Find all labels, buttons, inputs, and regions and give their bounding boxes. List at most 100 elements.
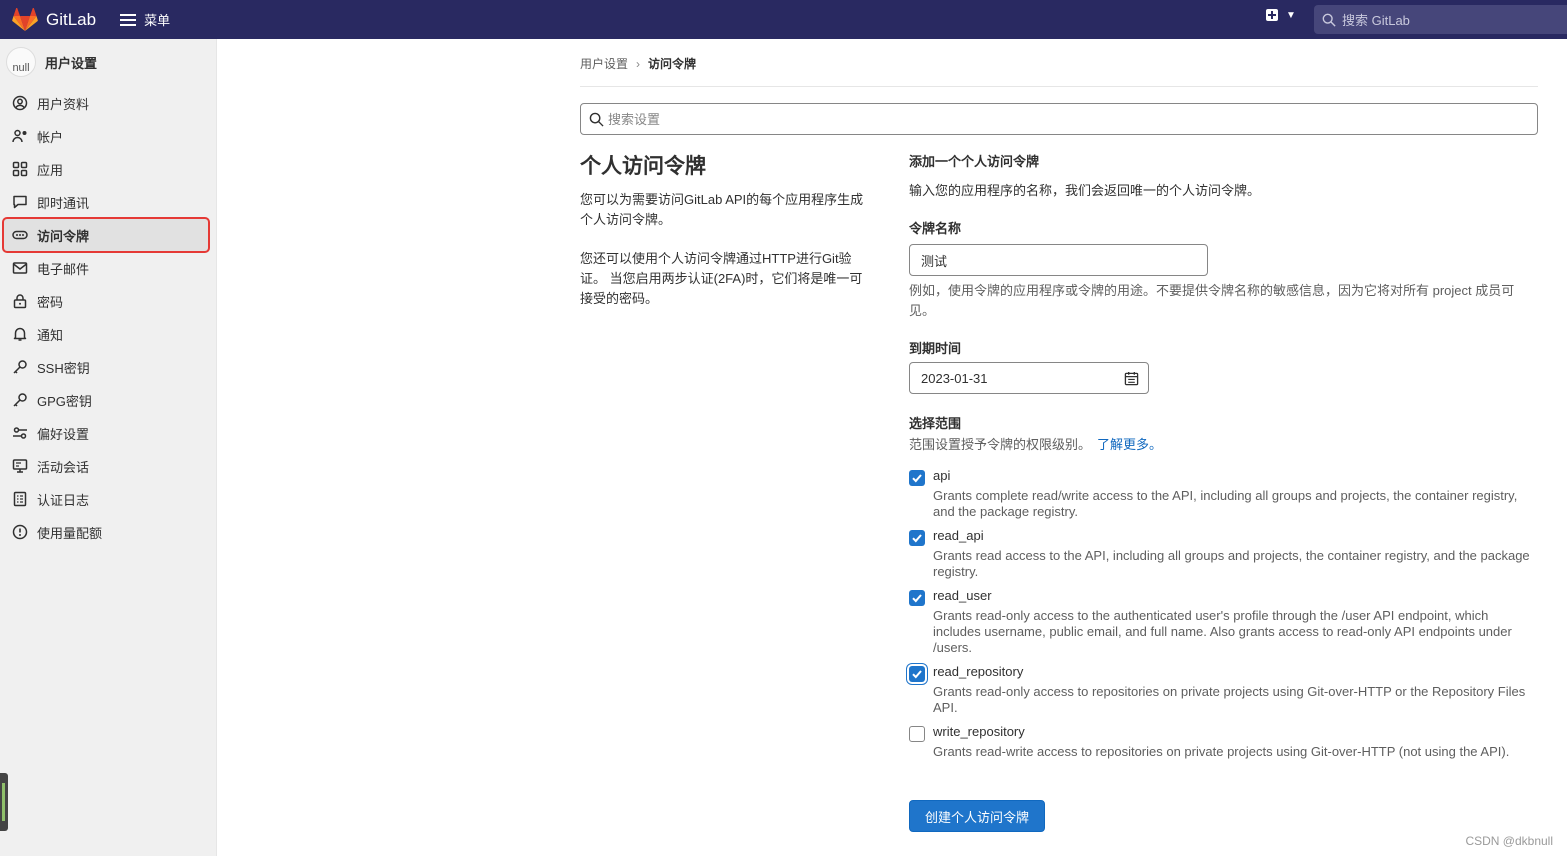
scope-description: Grants complete read/write access to the…: [933, 488, 1518, 519]
profile-icon: [12, 95, 28, 111]
sidebar-item-access-tokens[interactable]: 访问令牌: [2, 217, 210, 253]
check-icon: [912, 534, 922, 543]
sidebar-item-emails[interactable]: 电子邮件: [4, 252, 208, 284]
scope-api-checkbox[interactable]: [909, 470, 925, 486]
sidebar-item-label: 通知: [37, 327, 64, 343]
scope-read-user-checkbox[interactable]: [909, 590, 925, 606]
intro-paragraph-1: 您可以为需要访问GitLab API的每个应用程序生成个人访问令牌。: [580, 192, 864, 227]
global-search-placeholder: 搜索 GitLab: [1342, 13, 1410, 28]
hamburger-icon: [120, 13, 137, 26]
bell-icon: [12, 326, 28, 342]
watermark: CSDN @dkbnull: [1465, 834, 1553, 848]
mail-icon: [12, 260, 28, 276]
intro-paragraph-2: 您还可以使用个人访问令牌通过HTTP进行Git验证。 当您启用两步认证(2FA)…: [580, 251, 863, 306]
sidebar-item-chat[interactable]: 即时通讯: [4, 186, 208, 218]
sidebar-item-profile[interactable]: 用户资料: [4, 87, 208, 119]
sidebar-item-label: GPG密钥: [37, 393, 92, 409]
scope-name: write_repository: [933, 724, 1025, 739]
account-icon: [12, 128, 28, 144]
page-title: 个人访问令牌: [580, 155, 706, 178]
scope-read-api-checkbox[interactable]: [909, 530, 925, 546]
avatar: null: [6, 47, 36, 77]
sidebar-item-ssh-keys[interactable]: SSH密钥: [4, 351, 208, 383]
breadcrumb: 用户设置 › 访问令牌: [580, 55, 696, 72]
monitor-icon: [12, 458, 28, 474]
expiry-date-value: 2023-01-31: [921, 370, 988, 386]
chevron-down-icon: ▼: [1286, 9, 1296, 21]
form-heading: 添加一个个人访问令牌: [909, 154, 1040, 169]
global-search-input[interactable]: 搜索 GitLab: [1314, 5, 1567, 34]
top-navbar: GitLab 菜单 ▼ 搜索 GitLab: [0, 0, 1567, 39]
check-icon: [912, 594, 922, 603]
settings-search-input[interactable]: [608, 111, 1508, 127]
log-icon: [12, 491, 28, 507]
key-icon: [12, 359, 28, 375]
sidebar-item-label: 认证日志: [37, 492, 90, 508]
calendar-icon[interactable]: [1124, 371, 1139, 386]
sidebar-item-password[interactable]: 密码: [4, 285, 208, 317]
sidebar-item-label: 帐户: [37, 129, 64, 145]
learn-more-link[interactable]: 了解更多。: [1097, 437, 1162, 452]
sidebar-item-applications[interactable]: 应用: [4, 153, 208, 185]
sidebar-item-usage-quotas[interactable]: 使用量配额: [4, 516, 208, 548]
sidebar-header[interactable]: null 用户设置: [0, 39, 216, 85]
search-icon: [1322, 13, 1336, 27]
menu-label: 菜单: [144, 13, 171, 28]
form-description: 输入您的应用程序的名称，我们会返回唯一的个人访问令牌。: [909, 183, 1261, 198]
new-item-dropdown[interactable]: ▼: [1266, 9, 1296, 21]
sidebar-item-gpg-keys[interactable]: GPG密钥: [4, 384, 208, 416]
lock-icon: [12, 293, 28, 309]
sidebar-item-label: 用户资料: [37, 96, 90, 112]
brand-name: GitLab: [46, 9, 97, 29]
gitlab-tanuki-icon: [12, 7, 38, 31]
expiry-date-input[interactable]: 2023-01-31: [909, 362, 1149, 394]
key-icon: [12, 392, 28, 408]
sidebar-scroll-handle[interactable]: [0, 773, 8, 831]
sidebar-title: 用户设置: [45, 55, 98, 71]
sidebar-item-label: 访问令牌: [37, 228, 90, 244]
scope-description: Grants read access to the API, including…: [933, 548, 1530, 579]
sidebar-item-label: 密码: [37, 294, 64, 310]
scope-write-repository-checkbox[interactable]: [909, 726, 925, 742]
breadcrumb-current: 访问令牌: [648, 57, 697, 71]
sidebar-item-label: 应用: [37, 162, 64, 178]
sidebar-item-notifications[interactable]: 通知: [4, 318, 208, 350]
check-icon: [912, 670, 922, 679]
scope-name: read_api: [933, 528, 984, 543]
sidebar-item-label: 偏好设置: [37, 426, 90, 442]
scope-description: Grants read-only access to repositories …: [933, 684, 1526, 715]
scopes-label: 选择范围: [909, 416, 962, 431]
gitlab-logo[interactable]: GitLab: [12, 7, 97, 32]
chat-icon: [12, 194, 28, 210]
scope-read-repository-checkbox[interactable]: [909, 666, 925, 682]
scope-name: read_repository: [933, 664, 1024, 679]
expiry-label: 到期时间: [909, 341, 962, 356]
sidebar-item-label: SSH密钥: [37, 360, 90, 376]
sidebar-item-label: 使用量配额: [37, 525, 103, 541]
main-menu-button[interactable]: 菜单: [120, 10, 170, 29]
sidebar-item-account[interactable]: 帐户: [4, 120, 208, 152]
sidebar-item-active-sessions[interactable]: 活动会话: [4, 450, 208, 482]
settings-search-box: [580, 103, 1538, 135]
scope-name: api: [933, 468, 951, 483]
preferences-icon: [12, 425, 28, 441]
token-name-input[interactable]: [909, 244, 1208, 276]
scopes-help: 范围设置授予令牌的权限级别。 了解更多。: [909, 434, 1162, 453]
sidebar-item-preferences[interactable]: 偏好设置: [4, 417, 208, 449]
header-divider: [580, 86, 1538, 87]
token-name-label: 令牌名称: [909, 221, 962, 236]
token-icon: [12, 227, 28, 243]
applications-icon: [12, 161, 28, 177]
chevron-right-icon: ›: [636, 56, 641, 71]
check-icon: [912, 474, 922, 483]
token-name-help: 例如，使用令牌的应用程序或令牌的用途。不要提供令牌名称的敏感信息，因为它将对所有…: [909, 283, 1515, 318]
scope-description: Grants read-write access to repositories…: [933, 744, 1510, 759]
scopes-help-text: 范围设置授予令牌的权限级别。: [909, 437, 1092, 452]
sidebar-item-label: 电子邮件: [37, 261, 90, 277]
plus-square-icon: [1266, 9, 1278, 21]
breadcrumb-parent-link[interactable]: 用户设置: [580, 55, 628, 72]
sidebar-item-auth-log[interactable]: 认证日志: [4, 483, 208, 515]
sidebar-item-label: 活动会话: [37, 459, 90, 475]
create-token-button[interactable]: 创建个人访问令牌: [909, 800, 1045, 832]
scope-description: Grants read-only access to the authentic…: [933, 608, 1512, 655]
